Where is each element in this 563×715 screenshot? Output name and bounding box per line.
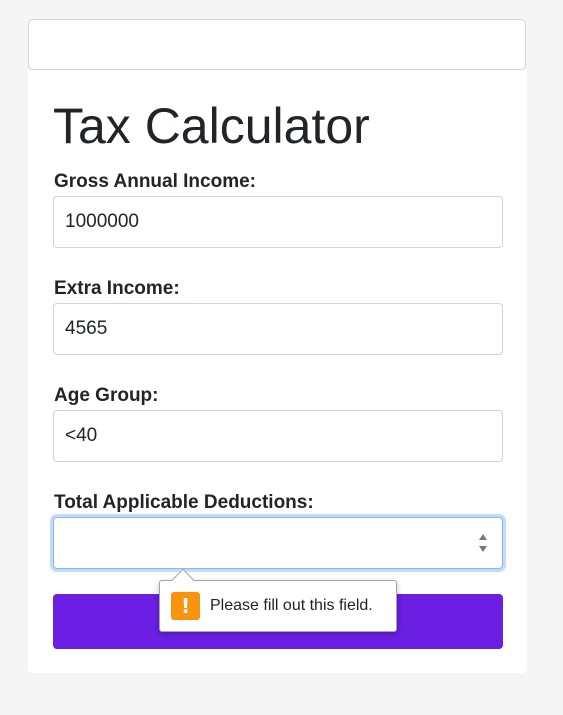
header-bar [28, 19, 526, 70]
warning-icon: ! [171, 592, 200, 620]
extra-income-label: Extra Income: [54, 278, 180, 299]
page-title: Tax Calculator [53, 98, 370, 154]
number-spinner-icon[interactable] [478, 531, 488, 555]
gross-income-label: Gross Annual Income: [54, 171, 256, 192]
validation-tooltip: ! Please fill out this field. [159, 568, 397, 632]
deductions-input[interactable] [53, 517, 503, 569]
extra-income-input[interactable]: 4565 [53, 303, 503, 355]
age-group-input[interactable]: <40 [53, 410, 503, 462]
age-group-label: Age Group: [54, 385, 159, 406]
validation-message: Please fill out this field. [210, 597, 373, 614]
gross-income-input[interactable]: 1000000 [53, 196, 503, 248]
deductions-label: Total Applicable Deductions: [54, 492, 314, 513]
